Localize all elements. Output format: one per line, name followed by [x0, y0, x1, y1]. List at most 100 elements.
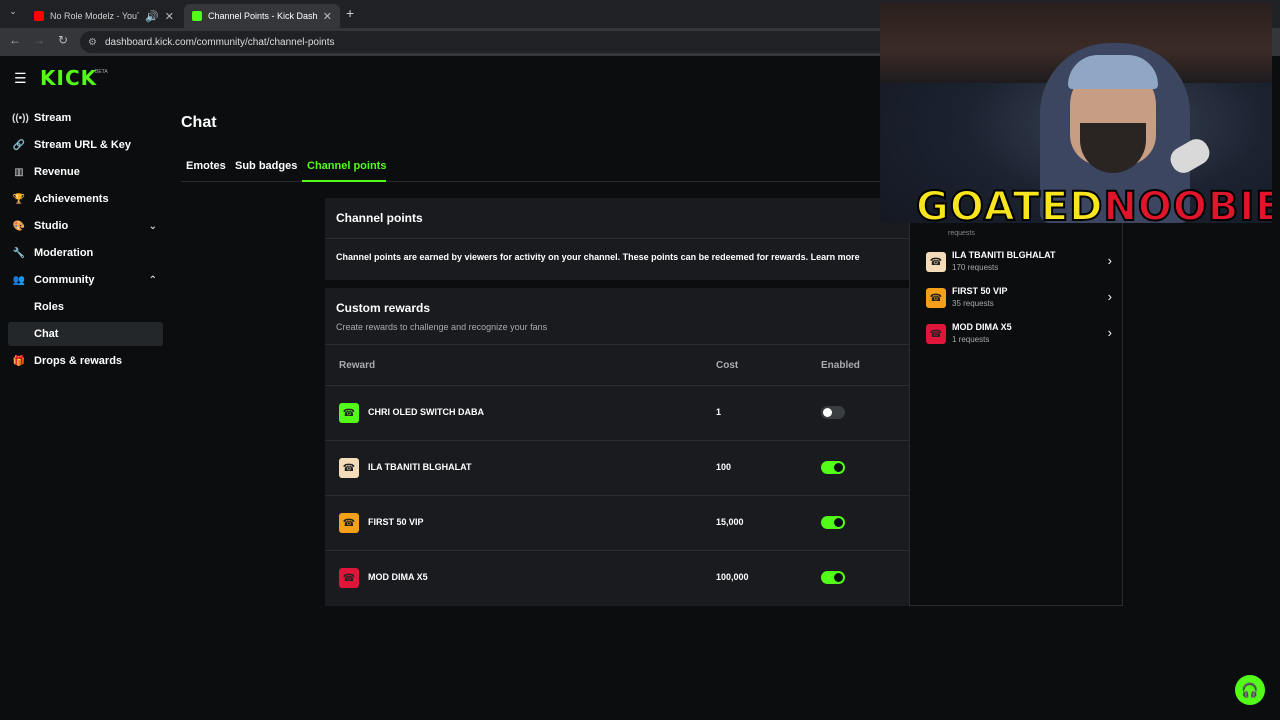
clipped-request-label: requests [948, 230, 975, 237]
toggle-knob [834, 573, 843, 582]
sidebar-item-label: Moderation [34, 247, 94, 259]
new-tab-button[interactable]: + [346, 5, 354, 21]
page-tabs: Emotes Sub badges Channel points [181, 156, 881, 182]
sidebar-item-achievements[interactable]: 🏆 Achievements [8, 187, 163, 211]
link-icon: 🔗 [12, 139, 26, 151]
reward-cost: 100 [716, 462, 732, 472]
close-tab-icon[interactable]: ✕ [323, 10, 332, 23]
table-row[interactable]: ☎ MOD DIMA X5 100,000 [325, 551, 909, 606]
support-chat-button[interactable]: 🎧 [1235, 675, 1265, 705]
sidebar-item-label: Stream URL & Key [34, 139, 131, 151]
trophy-icon: 🏆 [12, 193, 26, 205]
reload-icon[interactable]: ↻ [54, 33, 72, 47]
custom-rewards-card: Custom rewards Create rewards to challen… [325, 288, 909, 606]
reward-icon: ☎ [926, 252, 946, 272]
sidebar-item-stream-url-key[interactable]: 🔗 Stream URL & Key [8, 133, 163, 157]
card-title: Custom rewards [336, 301, 431, 315]
reward-name: MOD DIMA X5 [368, 572, 428, 582]
table-row[interactable]: ☎ ILA TBANITI BLGHALAT 100 [325, 441, 909, 496]
sidebar-item-moderation[interactable]: 🔧 Moderation [8, 241, 163, 265]
column-header-cost: Cost [716, 360, 739, 371]
address-bar[interactable]: ⚙ dashboard.kick.com/community/chat/chan… [80, 31, 960, 53]
reward-icon: ☎ [339, 513, 359, 533]
sidebar-item-drops-rewards[interactable]: 🎁 Drops & rewards [8, 349, 163, 373]
reward-cost: 100,000 [716, 572, 749, 582]
sidebar-item-revenue[interactable]: ▥ Revenue [8, 160, 163, 184]
request-item[interactable]: ☎ MOD DIMA X5 1 requests › [926, 320, 1116, 350]
chevron-right-icon: › [1107, 289, 1112, 304]
reward-icon: ☎ [926, 288, 946, 308]
tab-search-icon[interactable]: ⌄ [6, 6, 20, 20]
sidebar-item-label: Drops & rewards [34, 355, 123, 367]
speaker-icon[interactable]: 🔊 [145, 10, 159, 23]
headset-icon: 🎧 [1241, 681, 1259, 698]
reward-name: ILA TBANITI BLGHALAT [368, 462, 472, 472]
sidebar-item-community[interactable]: 👥 Community ⌃ [8, 268, 163, 292]
tab-title: No Role Modelz - YouTube [50, 11, 139, 21]
card-subtitle: Create rewards to challenge and recogniz… [336, 322, 548, 332]
sidebar-item-chat[interactable]: Chat [8, 322, 163, 346]
table-header: Reward Cost Enabled [325, 344, 909, 386]
streamer-name-part1: GOATED [915, 184, 1104, 223]
chevron-right-icon: › [1107, 253, 1112, 268]
sidebar-item-label: Roles [34, 301, 64, 313]
enabled-toggle[interactable] [821, 516, 845, 529]
sidebar-item-label: Chat [34, 328, 59, 340]
reward-icon: ☎ [339, 403, 359, 423]
wrench-icon: 🔧 [12, 247, 26, 259]
request-reward-name: MOD DIMA X5 [952, 322, 1012, 332]
sidebar-item-roles[interactable]: Roles [8, 295, 163, 319]
enabled-toggle[interactable] [821, 406, 845, 419]
webcam-person-cap [1068, 55, 1158, 89]
kick-logo[interactable]: KICK [40, 66, 97, 90]
request-reward-name: ILA TBANITI BLGHALAT [952, 250, 1056, 260]
request-item[interactable]: ☎ ILA TBANITI BLGHALAT 170 requests › [926, 248, 1116, 278]
sidebar-item-label: Achievements [34, 193, 109, 205]
menu-icon[interactable]: ☰ [14, 71, 28, 85]
card-title: Channel points [336, 211, 423, 225]
url-text: dashboard.kick.com/community/chat/channe… [104, 36, 335, 48]
column-header-reward: Reward [339, 360, 376, 371]
tab-channel-points[interactable]: Channel points [307, 160, 386, 172]
browser-tab-kick[interactable]: Channel Points - Kick Dashboard ✕ [184, 4, 340, 28]
tab-title: Channel Points - Kick Dashboard [208, 11, 317, 21]
card-description: Channel points are earned by viewers for… [336, 252, 860, 262]
toggle-knob [834, 518, 843, 527]
browser-tab-youtube[interactable]: No Role Modelz - YouTube 🔊 ✕ [26, 4, 182, 28]
request-reward-name: FIRST 50 VIP [952, 286, 1008, 296]
streamer-name-part2: NOOBIE [1102, 184, 1272, 223]
forward-icon[interactable]: → [30, 33, 48, 47]
chevron-down-icon: ⌄ [148, 220, 157, 232]
request-item[interactable]: ☎ FIRST 50 VIP 35 requests › [926, 284, 1116, 314]
site-info-icon[interactable]: ⚙ [88, 37, 97, 48]
people-icon: 👥 [12, 274, 26, 286]
channel-points-card: Channel points Channel points are earned… [325, 198, 909, 280]
enabled-toggle[interactable] [821, 461, 845, 474]
tab-sub-badges[interactable]: Sub badges [235, 160, 297, 172]
kick-favicon-icon [192, 11, 202, 21]
enabled-toggle[interactable] [821, 571, 845, 584]
sidebar-item-studio[interactable]: 🎨 Studio ⌄ [8, 214, 163, 238]
broadcast-icon: ((•)) [12, 112, 29, 124]
reward-name: FIRST 50 VIP [368, 517, 424, 527]
table-row[interactable]: ☎ CHRI OLED SWITCH DABA 1 [325, 386, 909, 441]
gift-icon: 🎁 [12, 355, 26, 367]
reward-name: CHRI OLED SWITCH DABA [368, 407, 484, 417]
tab-emotes[interactable]: Emotes [186, 160, 226, 172]
back-icon[interactable]: ← [6, 33, 24, 47]
chevron-up-icon: ⌃ [148, 274, 157, 286]
reward-icon: ☎ [339, 458, 359, 478]
close-tab-icon[interactable]: ✕ [165, 10, 174, 23]
reward-requests-panel: ☎ ILA TBANITI BLGHALAT 170 requests › ☎ … [909, 206, 1123, 606]
request-count: 35 requests [952, 299, 994, 308]
beta-badge: BETA [95, 69, 108, 75]
page-title: Chat [181, 114, 217, 131]
streamer-name-overlay: GOATEDNOOBIE [915, 184, 1272, 223]
chevron-right-icon: › [1107, 325, 1112, 340]
youtube-icon [34, 11, 44, 21]
table-row[interactable]: ☎ FIRST 50 VIP 15,000 [325, 496, 909, 551]
sidebar-item-stream[interactable]: ((•)) Stream [8, 106, 163, 130]
reward-cost: 1 [716, 407, 722, 417]
sidebar-item-label: Studio [34, 220, 69, 232]
sidebar-item-label: Revenue [34, 166, 80, 178]
